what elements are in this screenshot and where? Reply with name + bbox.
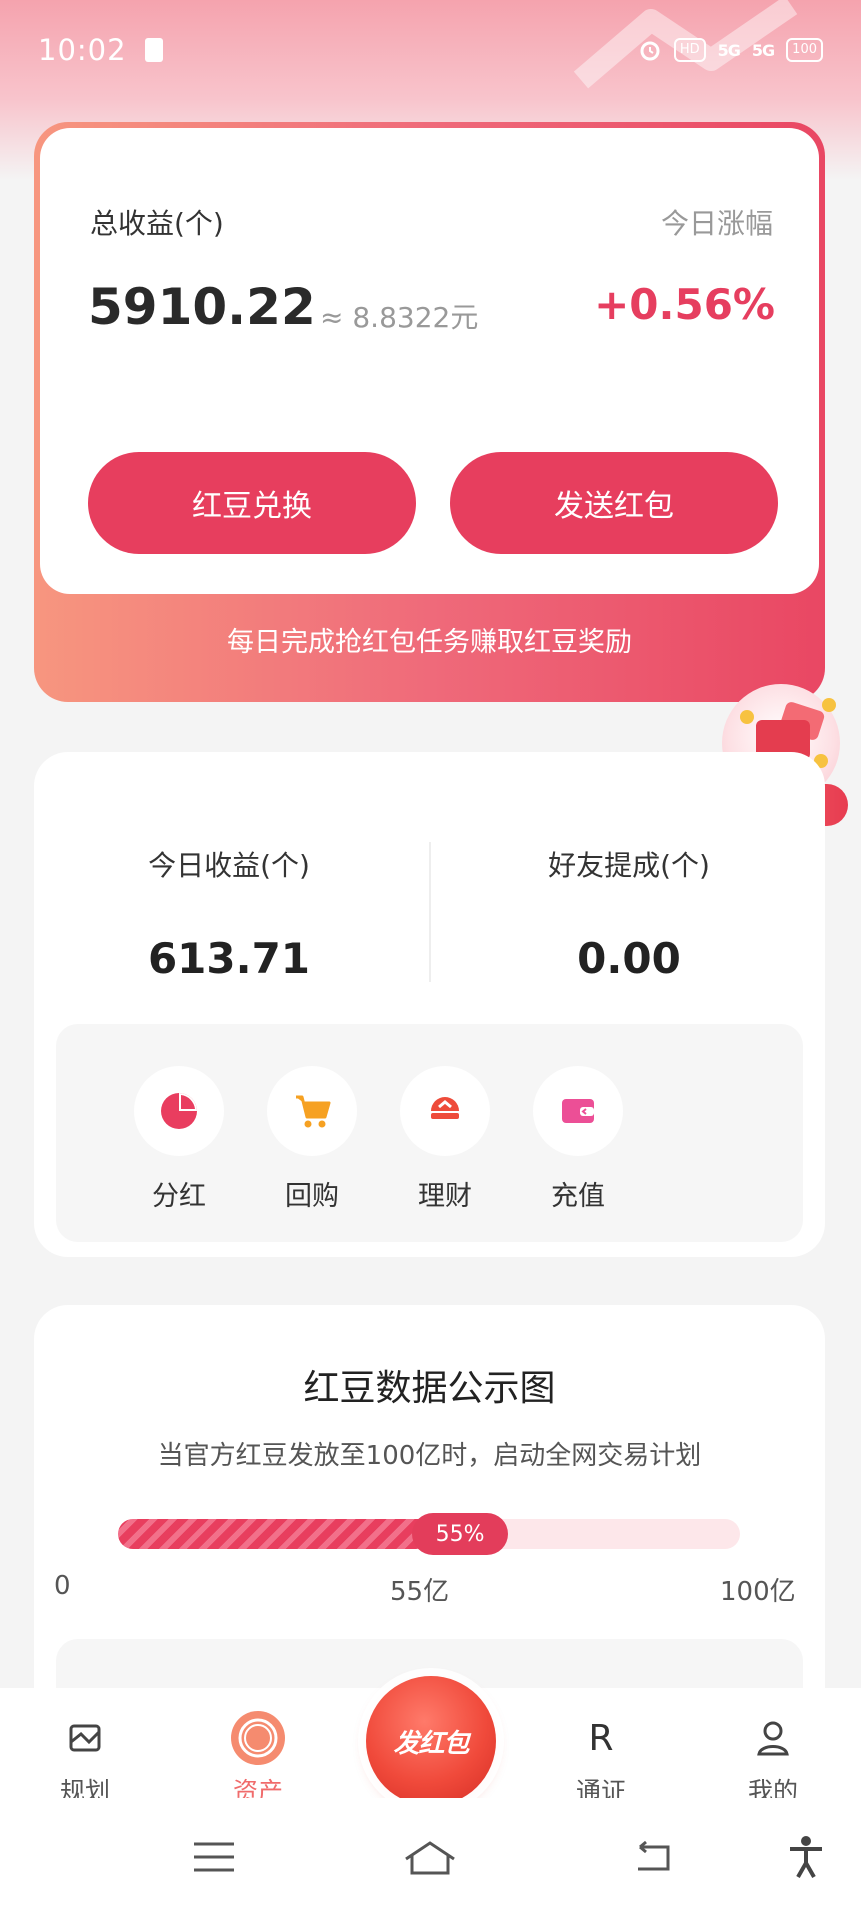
signal-icon-2: 5G — [751, 40, 775, 60]
status-time: 10:02 — [38, 33, 127, 67]
status-bar: 10:02 HD 5G 5G 100 — [0, 0, 861, 100]
quick-actions: 分红 回购 理财 充值 — [56, 1024, 803, 1242]
today-earnings-value: 613.71 — [147, 934, 311, 983]
person-icon — [718, 1716, 828, 1760]
issuance-progress-bar: 55% — [118, 1513, 740, 1555]
total-earnings-label: 总收益(个) — [90, 207, 224, 240]
hd-icon: HD — [673, 38, 706, 62]
menu-icon[interactable] — [184, 1832, 244, 1882]
asset-icon — [203, 1711, 313, 1765]
total-earnings-approx: ≈ 8.8322元 — [320, 301, 479, 334]
daily-change-label: 今日涨幅 — [660, 207, 773, 240]
battery-icon: 100 — [786, 38, 823, 62]
wallet-icon — [533, 1066, 623, 1156]
status-icons: HD 5G 5G 100 — [638, 38, 823, 62]
nav-token[interactable]: R 通证 — [546, 1716, 656, 1808]
nav-plan[interactable]: 规划 — [30, 1716, 140, 1808]
data-card-subtitle: 当官方红豆发放至100亿时，启动全网交易计划 — [157, 1441, 702, 1471]
red-bean-data-card: 红豆数据公示图 当官方红豆发放至100亿时，启动全网交易计划 55% 0 55亿… — [34, 1305, 825, 1719]
send-red-packet-nav-button[interactable]: 发红包 — [366, 1676, 496, 1806]
friend-commission-label: 好友提成(个) — [548, 849, 710, 882]
total-earnings-value: 5910.22 — [88, 278, 316, 336]
issuance-progress-label: 55% — [412, 1513, 509, 1555]
back-icon[interactable] — [624, 1832, 684, 1882]
coin-icon — [822, 698, 836, 712]
pie-chart-icon — [134, 1066, 224, 1156]
daily-change-value: +0.56% — [594, 280, 775, 329]
progress-tick-mid: 55亿 — [390, 1577, 450, 1607]
coin-icon — [740, 710, 754, 724]
system-navigation-bar — [0, 1798, 861, 1920]
exchange-button[interactable]: 红豆兑换 — [88, 452, 416, 554]
home-icon[interactable] — [400, 1832, 460, 1882]
cart-icon — [267, 1066, 357, 1156]
today-earnings-label: 今日收益(个) — [148, 849, 310, 882]
action-finance-label: 理财 — [418, 1181, 472, 1212]
progress-tick-end: 100亿 — [720, 1577, 796, 1607]
divider — [429, 842, 431, 982]
signal-icon-1: 5G — [717, 40, 741, 60]
action-recharge-label: 充值 — [551, 1181, 605, 1212]
send-red-packet-button[interactable]: 发送红包 — [450, 452, 778, 554]
action-buyback[interactable]: 回购 — [252, 1066, 372, 1213]
alarm-icon — [640, 41, 660, 61]
action-recharge[interactable]: 充值 — [518, 1066, 638, 1213]
friend-commission: 好友提成(个) 0.00 — [434, 844, 824, 983]
friend-commission-value: 0.00 — [577, 934, 681, 983]
sim-icon — [144, 38, 163, 62]
issuance-progress-fill — [118, 1519, 461, 1549]
map-icon — [30, 1716, 140, 1760]
accessibility-icon[interactable] — [776, 1832, 836, 1882]
today-earnings: 今日收益(个) 613.71 — [34, 844, 424, 983]
stats-card: 今日收益(个) 613.71 好友提成(个) 0.00 分红 回购 理财 充值 — [34, 752, 825, 1257]
data-card-title: 红豆数据公示图 — [303, 1368, 556, 1409]
earnings-card-inner: 总收益(个) 今日涨幅 5910.22 ≈ 8.8322元 +0.56% 红豆兑… — [40, 128, 819, 594]
earnings-tip[interactable]: 每日完成抢红包任务赚取红豆奖励 — [34, 620, 825, 659]
r-token-icon: R — [588, 1717, 614, 1759]
progress-tick-start: 0 — [54, 1571, 71, 1601]
nav-mine[interactable]: 我的 — [718, 1716, 828, 1808]
nav-assets[interactable]: 资产 — [203, 1711, 313, 1808]
action-dividend-label: 分红 — [152, 1181, 206, 1212]
finance-icon — [400, 1066, 490, 1156]
action-finance[interactable]: 理财 — [385, 1066, 505, 1213]
earnings-card: 总收益(个) 今日涨幅 5910.22 ≈ 8.8322元 +0.56% 红豆兑… — [34, 122, 825, 702]
action-buyback-label: 回购 — [285, 1181, 339, 1212]
action-dividend[interactable]: 分红 — [119, 1066, 239, 1213]
